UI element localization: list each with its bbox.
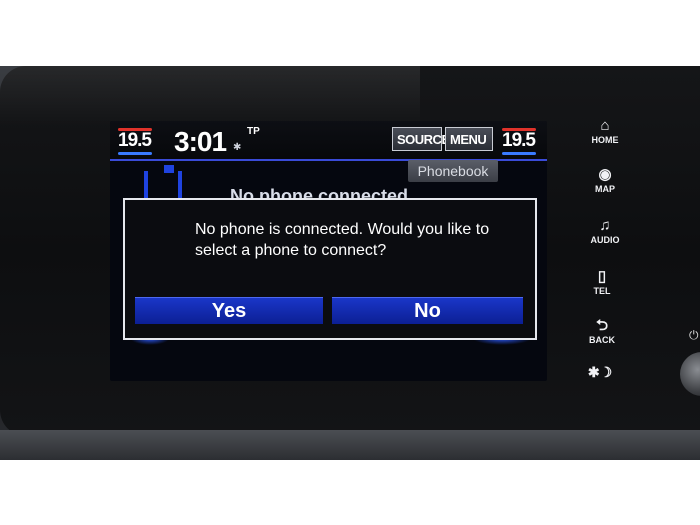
music-note-icon: ♫	[599, 217, 611, 234]
home-label: HOME	[591, 135, 619, 145]
status-bar: 19.5 3:01 TP ✱ SOURCE MENU 19.5	[110, 121, 547, 161]
dashboard-trim	[0, 430, 700, 460]
phonebook-button[interactable]: Phonebook	[408, 160, 498, 182]
tel-button[interactable]: ▯ TEL	[572, 268, 632, 297]
audio-button[interactable]: ♫ AUDIO	[575, 217, 635, 246]
home-button[interactable]: ⌂ HOME	[575, 117, 635, 146]
back-button[interactable]: ⮌ BACK	[572, 317, 632, 346]
infotainment-screen: 19.5 3:01 TP ✱ SOURCE MENU 19.5 Phoneboo…	[110, 121, 547, 381]
power-icon: ⏻	[689, 328, 699, 342]
audio-label: AUDIO	[590, 235, 620, 245]
phone-icon: ▯	[597, 268, 607, 285]
traffic-program-indicator: TP	[247, 126, 260, 137]
map-icon: ◉	[598, 166, 612, 183]
day-night-icon: ✱☽	[587, 364, 613, 380]
back-label: BACK	[589, 335, 615, 345]
connect-phone-dialog: No phone is connected. Would you like to…	[123, 198, 537, 340]
phone-handset-icon-top	[164, 165, 174, 173]
clock: 3:01	[174, 126, 227, 157]
driver-temperature[interactable]: 19.5	[118, 128, 152, 155]
dialog-message: No phone is connected. Would you like to…	[195, 221, 490, 259]
no-button[interactable]: No	[332, 297, 523, 324]
back-arrow-icon: ⮌	[595, 317, 608, 334]
day-night-button[interactable]: ✱☽	[570, 364, 630, 381]
passenger-temperature[interactable]: 19.5	[502, 128, 536, 155]
bluetooth-icon: ✱	[233, 142, 242, 153]
source-button[interactable]: SOURCE	[392, 127, 450, 151]
menu-button[interactable]: MENU	[445, 127, 493, 151]
map-label: MAP	[595, 184, 615, 194]
home-icon: ⌂	[600, 117, 610, 134]
map-button[interactable]: ◉ MAP	[575, 166, 635, 195]
tel-label: TEL	[593, 286, 611, 296]
yes-button[interactable]: Yes	[135, 297, 323, 324]
bezel-glare	[0, 66, 420, 126]
